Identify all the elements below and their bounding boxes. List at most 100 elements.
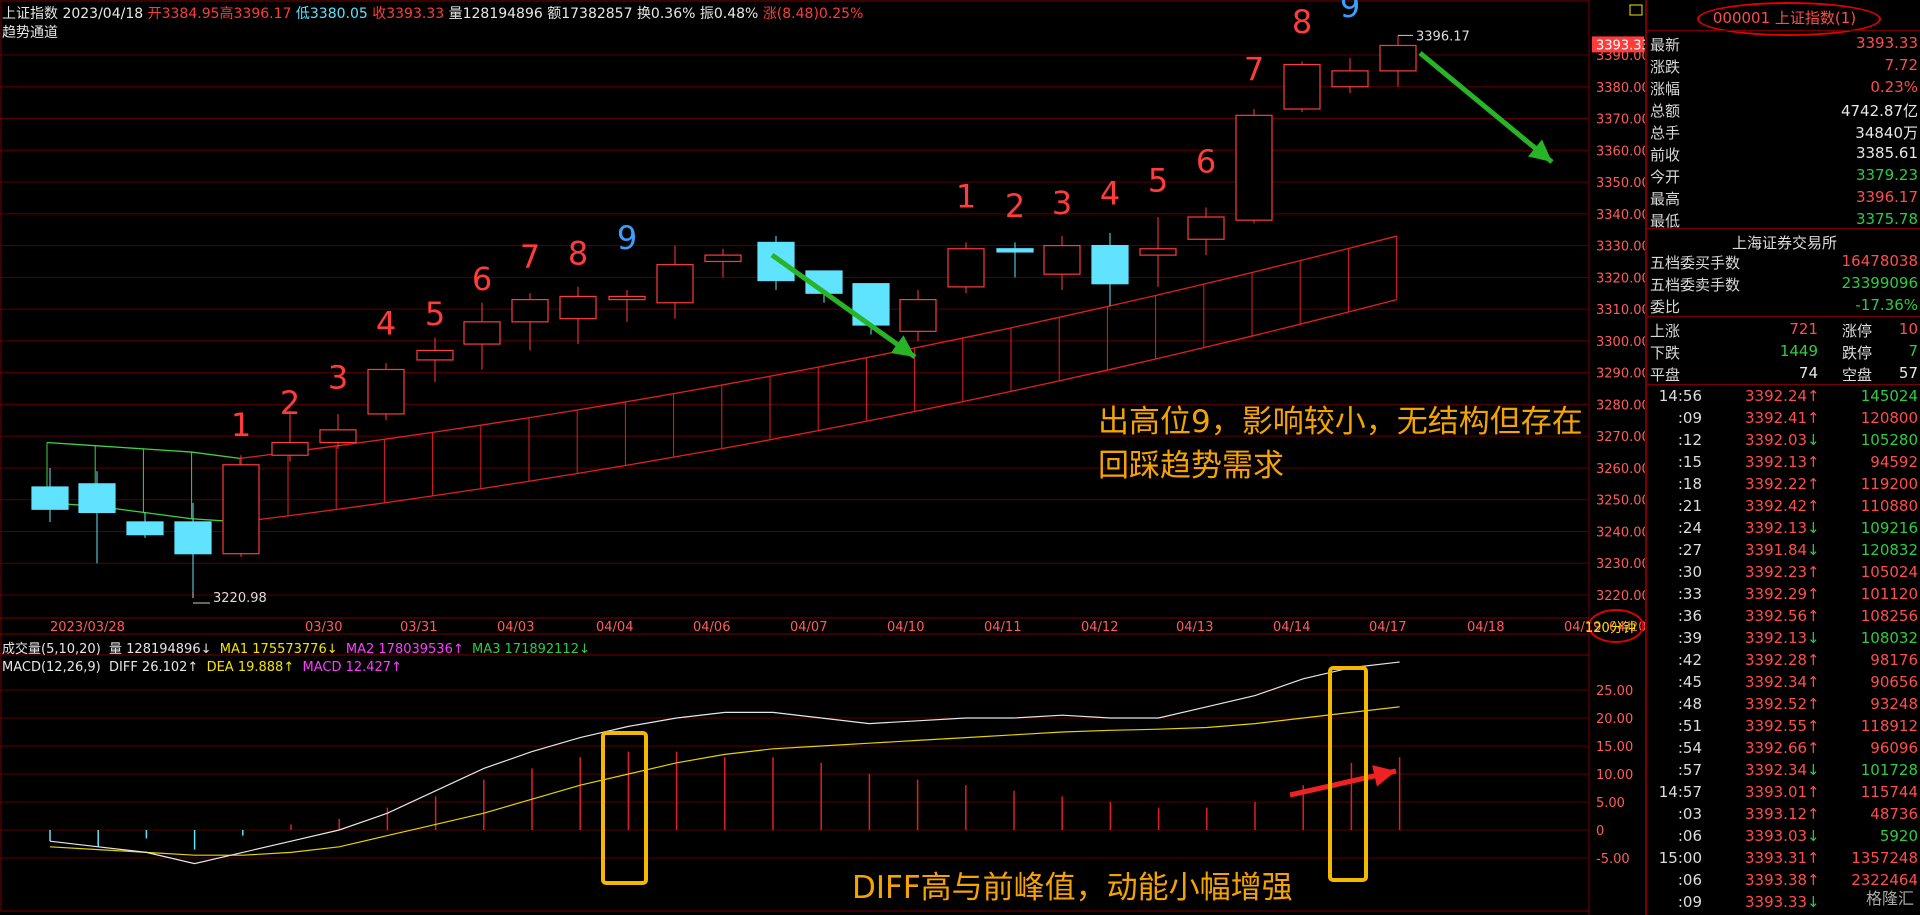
price-label: 3260.00	[1596, 462, 1645, 477]
candle-body	[899, 298, 937, 332]
candle-body	[1331, 70, 1369, 88]
breadth-count: 74	[1798, 364, 1818, 382]
period-badge[interactable]: 120分钟	[1585, 617, 1636, 636]
tick-time: :45	[1677, 673, 1702, 691]
main-annotation: 出高位9，影响较小，无结构但存在回踩趋势需求	[1098, 404, 1583, 484]
date-label: 04/13	[1176, 620, 1213, 635]
tick-row: :24 3392.13↓ 109216	[1647, 517, 1920, 539]
tick-time: :03	[1677, 805, 1702, 823]
macd-axis-label: 10.00	[1596, 768, 1633, 783]
price-label: 3360.00	[1596, 144, 1645, 159]
date-label: 04/10	[887, 620, 924, 635]
tick-row: :33 3392.29↑ 101120	[1647, 583, 1920, 605]
tick-time: :51	[1677, 717, 1702, 735]
breadth-label2: 跌停	[1841, 344, 1872, 362]
down-arrow-mid-head	[890, 335, 915, 357]
tick-price: 3392.28↑	[1745, 651, 1820, 669]
td-count-label: 1	[231, 406, 251, 444]
tick-row: :03 3393.12↑ 48736	[1647, 803, 1920, 825]
tick-volume: 93248	[1870, 695, 1918, 713]
tick-volume: 108032	[1860, 629, 1918, 647]
tick-row: :21 3392.42↑ 110880	[1647, 495, 1920, 517]
low-label: 3220.98	[213, 591, 267, 606]
tick-price: 3392.13↓	[1745, 519, 1820, 537]
tick-row: 15:00 3393.31↑ 1357248	[1647, 847, 1920, 869]
order-row: 五档委卖手数 23399096	[1647, 272, 1920, 294]
price-label: 3230.00	[1596, 557, 1645, 572]
order-value: 23399096	[1841, 274, 1918, 292]
candle-body	[757, 241, 795, 282]
candles: 3220.98 3396.17	[31, 29, 1470, 606]
date-label: 03/31	[400, 620, 437, 635]
tick-price: 3392.34↓	[1745, 761, 1820, 779]
up-arrow-macd-head	[1372, 765, 1396, 787]
watermark: 格隆汇	[1865, 889, 1914, 908]
tick-row: 14:56 3392.24↑ 145024	[1647, 385, 1920, 407]
quote-label: 前收	[1650, 146, 1681, 164]
candle-body	[947, 248, 985, 288]
breadth-label: 下跌	[1650, 344, 1681, 362]
tick-time: 14:57	[1658, 783, 1702, 801]
td-count-label: 7	[520, 238, 540, 276]
candle-body	[1187, 216, 1225, 240]
tick-row: :57 3392.34↓ 101728	[1647, 759, 1920, 781]
quote-value: 0.23%	[1870, 78, 1918, 96]
volume-ma3: MA3 171892112↓	[472, 642, 590, 657]
macd-dea: DEA 19.888↑	[206, 660, 295, 675]
quote-value: 3396.17	[1855, 188, 1918, 206]
candle-body	[126, 521, 164, 536]
tick-volume: 105280	[1860, 431, 1918, 449]
date-label: 04/03	[497, 620, 534, 635]
date-label: 04/12	[1081, 620, 1118, 635]
order-row: 五档委买手数 16478038	[1647, 250, 1920, 272]
breadth-value: 7	[1908, 342, 1918, 360]
tick-time: :09	[1677, 893, 1702, 911]
td-count-label: 5	[425, 295, 445, 333]
quote-row: 最高 3396.17	[1647, 186, 1920, 208]
quote-label: 涨幅	[1650, 80, 1681, 98]
td-count-label: 6	[1196, 143, 1216, 181]
candle-body	[656, 264, 694, 304]
candle-body	[416, 349, 454, 361]
quote-value: 4742.87亿	[1840, 102, 1918, 120]
macd-annotation: DIFF高与前峰值，动能小幅增强	[852, 870, 1293, 906]
order-label: 五档委卖手数	[1650, 276, 1741, 294]
tick-price: 3392.41↑	[1745, 409, 1820, 427]
candle-body	[319, 429, 357, 444]
date-label: 04/04	[596, 620, 633, 635]
tick-price: 3391.84↓	[1745, 541, 1820, 559]
macd-axis-label: 20.00	[1596, 712, 1633, 727]
tick-time: :54	[1677, 739, 1702, 757]
tick-price: 3393.12↑	[1745, 805, 1820, 823]
quote-label: 最新	[1650, 36, 1681, 54]
date-label: 04/11	[984, 620, 1021, 635]
price-label: 3220.00	[1596, 589, 1645, 604]
tick-time: :57	[1677, 761, 1702, 779]
tick-price: 3392.23↑	[1745, 563, 1820, 581]
tick-volume: 110880	[1860, 497, 1918, 515]
price-label: 3300.00	[1596, 335, 1645, 350]
tick-time: :18	[1677, 475, 1702, 493]
tick-volume: 5920	[1879, 827, 1918, 845]
tick-time: :36	[1677, 607, 1702, 625]
quote-row: 最低 3375.78	[1647, 208, 1920, 230]
td-count-label: 6	[472, 260, 492, 298]
volume-now: 量 128194896↓	[109, 642, 212, 657]
td-count-label: 4	[1100, 174, 1120, 212]
price-label: 3350.00	[1596, 176, 1645, 191]
tick-price: 3393.31↑	[1745, 849, 1820, 867]
quote-value: 34840万	[1855, 124, 1918, 142]
candle-body	[367, 368, 405, 415]
candle-body	[1043, 244, 1081, 275]
down-arrow-mid	[770, 252, 917, 360]
tick-price: 3392.66↑	[1745, 739, 1820, 757]
panel-title[interactable]: 000001 上证指数(1)	[1647, 7, 1920, 28]
tick-volume: 115744	[1860, 783, 1918, 801]
price-label: 3340.00	[1596, 208, 1645, 223]
tick-time: 15:00	[1658, 849, 1702, 867]
price-label: 3310.00	[1596, 303, 1645, 318]
td-count-label: 4	[376, 305, 396, 343]
candle-body	[31, 486, 69, 510]
candle-body	[78, 483, 116, 514]
breadth-value: 10	[1898, 320, 1918, 338]
